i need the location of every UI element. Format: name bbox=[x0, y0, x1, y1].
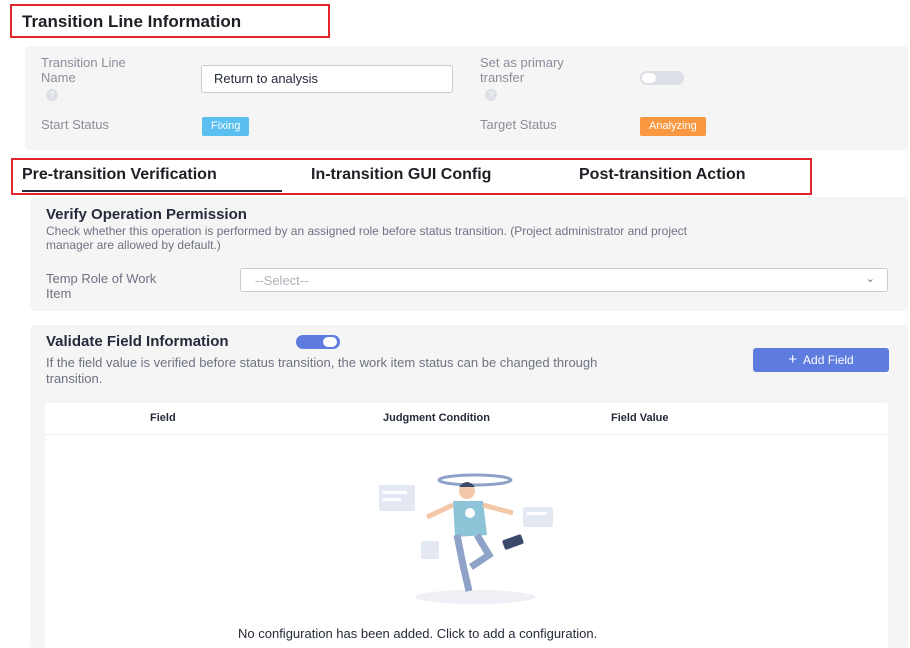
tab-in-transition[interactable]: In-transition GUI Config bbox=[311, 166, 491, 184]
target-status-badge: Analyzing bbox=[640, 117, 706, 136]
primary-transfer-toggle[interactable] bbox=[640, 71, 684, 85]
select-placeholder: --Select-- bbox=[255, 273, 309, 288]
start-status-badge: Fixing bbox=[202, 117, 250, 136]
toggle-knob bbox=[642, 73, 656, 83]
empty-state-text: No configuration has been added. Click t… bbox=[238, 626, 598, 641]
tab-pre-transition[interactable]: Pre-transition Verification bbox=[22, 166, 217, 184]
transition-info-card bbox=[25, 46, 908, 150]
validate-title: Validate Field Information bbox=[46, 333, 229, 350]
section-title: Transition Line Information bbox=[22, 12, 242, 31]
primary-label-line1: Set as primary bbox=[480, 55, 564, 70]
empty-state-illustration bbox=[379, 473, 553, 604]
validate-toggle[interactable] bbox=[296, 335, 340, 349]
help-icon[interactable]: ? bbox=[46, 89, 58, 101]
temp-role-select[interactable]: --Select-- ⌄ bbox=[240, 268, 888, 292]
add-field-label: Add Field bbox=[803, 353, 854, 367]
help-icon[interactable]: ? bbox=[485, 89, 497, 101]
table-header-divider bbox=[45, 434, 888, 435]
target-status-label: Target Status bbox=[480, 117, 557, 132]
validate-desc-line2: transition. bbox=[46, 371, 103, 386]
column-header-condition: Judgment Condition bbox=[383, 412, 490, 424]
column-header-field: Field bbox=[150, 412, 176, 424]
add-field-button[interactable]: + Add Field bbox=[753, 348, 889, 372]
plus-icon: + bbox=[788, 351, 798, 368]
role-label-line1: Temp Role of Work bbox=[46, 271, 157, 286]
permission-desc-line2: manager are allowed by default.) bbox=[46, 238, 221, 252]
column-header-value: Field Value bbox=[611, 412, 669, 424]
chevron-down-icon: ⌄ bbox=[865, 273, 875, 285]
toggle-knob bbox=[323, 337, 337, 347]
start-status-label: Start Status bbox=[41, 117, 109, 132]
permission-desc-line1: Check whether this operation is performe… bbox=[46, 224, 687, 238]
primary-label-line2: transfer bbox=[480, 70, 525, 85]
validate-desc-line1: If the field value is verified before st… bbox=[46, 355, 598, 370]
tab-post-transition[interactable]: Post-transition Action bbox=[579, 166, 746, 184]
active-tab-indicator bbox=[22, 190, 282, 192]
permission-title: Verify Operation Permission bbox=[46, 206, 247, 223]
transition-name-input[interactable]: Return to analysis bbox=[201, 65, 453, 93]
name-label-line1: Transition Line bbox=[41, 55, 126, 70]
role-label-line2: Item bbox=[46, 286, 72, 301]
name-label-line2: Name bbox=[41, 70, 76, 85]
